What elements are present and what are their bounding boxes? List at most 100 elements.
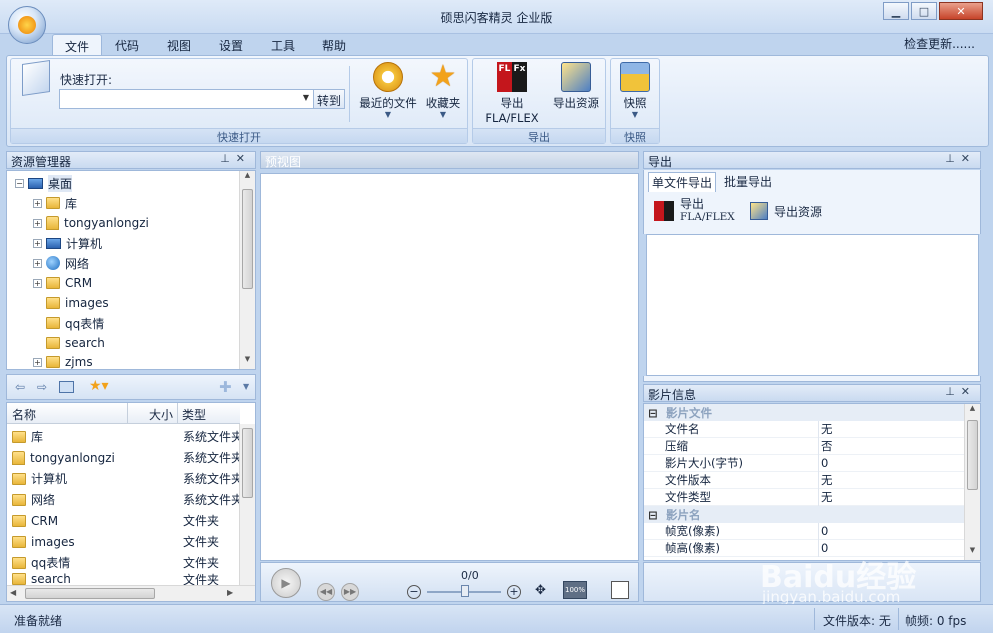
property-category[interactable]: ⊟ 影片名 bbox=[644, 506, 966, 523]
tab-batch-export[interactable]: 批量导出 bbox=[724, 173, 772, 190]
scroll-thumb[interactable] bbox=[25, 588, 155, 599]
export-panel-title: 导出 bbox=[648, 155, 673, 169]
property-grid[interactable]: ⊟ 影片文件 文件名无 压缩否 影片大小(字节) 0 文件版本无 文件类型无 ⊟ 影片… bbox=[643, 403, 981, 561]
maximize-button[interactable]: □ bbox=[911, 2, 937, 20]
pan-zoom-icon[interactable]: ✥ bbox=[535, 583, 546, 598]
tab-settings[interactable]: 设置 bbox=[207, 34, 255, 56]
quick-open-input[interactable]: ▼ bbox=[59, 89, 314, 109]
tree-item[interactable]: search bbox=[46, 333, 105, 353]
tree-item[interactable]: + 库 bbox=[33, 193, 77, 213]
list-item[interactable]: 网络 系统文件夹 bbox=[7, 489, 243, 510]
minimize-button[interactable]: ▁ bbox=[883, 2, 909, 20]
folder-icon bbox=[46, 297, 60, 309]
property-scrollbar[interactable]: ▲ ▼ bbox=[964, 404, 980, 560]
preview-canvas[interactable] bbox=[260, 173, 639, 561]
export-fla-flex-button[interactable]: 导出 FLA/FLEX bbox=[654, 198, 735, 223]
fast-forward-icon[interactable]: ▶▶ bbox=[341, 583, 359, 601]
property-row[interactable]: 压缩否 bbox=[644, 438, 966, 455]
list-item[interactable]: qq表情 文件夹 bbox=[7, 552, 240, 573]
tree-item[interactable]: + 计算机 bbox=[33, 233, 102, 253]
tab-tools[interactable]: 工具 bbox=[259, 34, 307, 56]
tree-item[interactable]: + zjms bbox=[33, 352, 93, 372]
tree-item[interactable]: qq表情 bbox=[46, 313, 104, 333]
playback-bar: ▶ ◀◀ ▶▶ 0/0 − + ✥ 100% bbox=[260, 562, 639, 602]
zoom-in-icon[interactable]: + bbox=[507, 585, 521, 599]
tree-item[interactable]: + tongyanlongzi bbox=[33, 213, 149, 233]
favorites-icon[interactable]: ★▾ bbox=[89, 378, 109, 394]
export-fla-button[interactable]: FL Fx 导出FLA/FLEX bbox=[476, 62, 548, 125]
tab-view[interactable]: 视图 bbox=[155, 34, 203, 56]
forward-icon[interactable]: ⇨ bbox=[37, 380, 47, 394]
property-row[interactable]: 文件类型无 bbox=[644, 489, 966, 506]
goto-button[interactable]: 转到 bbox=[313, 89, 345, 109]
pin-icon[interactable]: ⊥ bbox=[945, 152, 961, 165]
export-resources-button[interactable]: 导出资源 bbox=[549, 62, 603, 111]
scroll-down-icon[interactable]: ▼ bbox=[965, 546, 980, 560]
list-scrollbar[interactable] bbox=[239, 424, 255, 586]
column-name[interactable]: 名称 bbox=[12, 406, 36, 423]
close-button[interactable]: ✕ bbox=[939, 2, 983, 20]
tree-scrollbar[interactable]: ▲ ▼ bbox=[239, 171, 255, 369]
back-icon[interactable]: ⇦ bbox=[15, 380, 25, 394]
close-icon[interactable]: ✕ bbox=[236, 152, 251, 165]
file-list[interactable]: 名称 大小 类型 库系统文件夹 tongyanlongzi 系统文件夹 计算机 系统… bbox=[6, 402, 256, 602]
up-folder-icon[interactable] bbox=[59, 381, 74, 393]
scroll-right-icon[interactable]: ▶ bbox=[227, 588, 233, 597]
property-row[interactable]: 文件名无 bbox=[644, 421, 966, 438]
tree-item[interactable]: images bbox=[46, 293, 109, 313]
list-item[interactable]: CRM 文件夹 bbox=[7, 510, 240, 531]
tab-file[interactable]: 文件 bbox=[52, 34, 103, 56]
export-content[interactable] bbox=[646, 234, 979, 376]
export-resources-panel-button[interactable]: 导出资源 bbox=[750, 202, 822, 220]
column-size[interactable]: 大小 bbox=[149, 406, 173, 423]
chevron-down-icon[interactable]: ▼ bbox=[243, 382, 249, 391]
favorites-button[interactable]: ★ 收藏夹 ▼ bbox=[422, 62, 464, 119]
tree-item[interactable]: + 网络 bbox=[33, 253, 89, 273]
pin-icon[interactable]: ⊥ bbox=[220, 152, 236, 165]
tab-help[interactable]: 帮助 bbox=[310, 34, 358, 56]
collapse-icon[interactable]: ⊟ bbox=[644, 406, 662, 420]
property-row[interactable]: 影片大小(字节) 0 bbox=[644, 455, 966, 472]
scroll-left-icon[interactable]: ◀ bbox=[10, 588, 16, 597]
file-list-header: 名称 大小 类型 bbox=[7, 403, 240, 424]
property-category[interactable]: ⊟ 影片文件 bbox=[644, 404, 966, 421]
check-update-link[interactable]: 检查更新...... bbox=[904, 35, 975, 52]
add-icon[interactable]: ✚ bbox=[219, 378, 232, 396]
folder-tree[interactable]: − 桌面 + 库 + tongyanlongzi + 计算机 + 网络 + CRM imag… bbox=[6, 170, 256, 370]
play-icon[interactable]: ▶ bbox=[271, 568, 301, 598]
scroll-thumb[interactable] bbox=[242, 189, 253, 289]
explorer-title: 资源管理器 bbox=[11, 155, 72, 169]
scroll-up-icon[interactable]: ▲ bbox=[965, 404, 980, 418]
tree-item[interactable]: + CRM bbox=[33, 273, 92, 293]
app-menu-orb-icon[interactable] bbox=[8, 6, 46, 44]
scroll-down-icon[interactable]: ▼ bbox=[240, 355, 255, 369]
chevron-down-icon[interactable]: ▼ bbox=[303, 93, 309, 102]
tree-item-desktop[interactable]: − 桌面 bbox=[15, 173, 73, 193]
folder-icon bbox=[46, 356, 60, 368]
scroll-up-icon[interactable]: ▲ bbox=[240, 171, 255, 185]
collapse-icon[interactable]: ⊟ bbox=[644, 508, 662, 522]
column-type[interactable]: 类型 bbox=[182, 406, 206, 423]
list-item[interactable]: 库系统文件夹 bbox=[7, 426, 243, 447]
tab-single-export[interactable]: 单文件导出 bbox=[648, 172, 717, 193]
zoom-100-icon[interactable]: 100% bbox=[563, 581, 587, 599]
rewind-icon[interactable]: ◀◀ bbox=[317, 583, 335, 601]
list-item[interactable]: search 文件夹 bbox=[7, 573, 240, 585]
list-item[interactable]: images 文件夹 bbox=[7, 531, 240, 552]
list-hscrollbar[interactable]: ◀ ▶ bbox=[7, 585, 255, 601]
property-row[interactable]: 文件版本无 bbox=[644, 472, 966, 489]
zoom-out-icon[interactable]: − bbox=[407, 585, 421, 599]
scroll-thumb[interactable] bbox=[242, 428, 253, 498]
close-icon[interactable]: ✕ bbox=[961, 152, 976, 165]
list-item[interactable]: 计算机 系统文件夹 bbox=[7, 468, 243, 489]
zoom-slider-thumb[interactable] bbox=[461, 585, 469, 597]
fit-window-icon[interactable] bbox=[611, 581, 629, 599]
scroll-thumb[interactable] bbox=[967, 420, 978, 490]
list-item[interactable]: tongyanlongzi 系统文件夹 bbox=[7, 447, 243, 468]
tab-code[interactable]: 代码 bbox=[103, 34, 151, 56]
pin-icon[interactable]: ⊥ bbox=[945, 385, 961, 398]
snapshot-button[interactable]: 快照 ▼ bbox=[614, 62, 656, 119]
close-icon[interactable]: ✕ bbox=[961, 385, 976, 398]
recent-files-button[interactable]: 最近的文件 ▼ bbox=[356, 62, 420, 119]
property-row[interactable]: 帧宽(像素) 0 bbox=[644, 523, 966, 540]
